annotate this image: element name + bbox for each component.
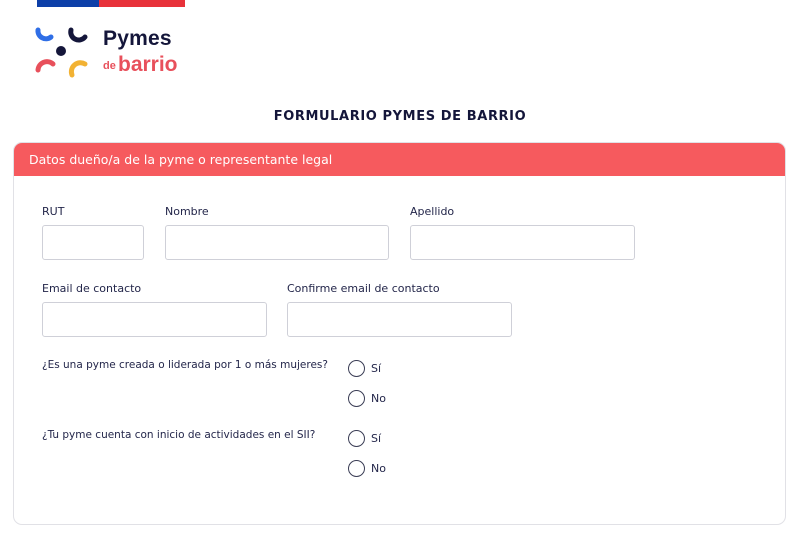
rut-label: RUT	[42, 205, 65, 218]
women-led-question: ¿Es una pyme creada o liderada por 1 o m…	[42, 359, 328, 371]
section-header: Datos dueño/a de la pyme o representante…	[14, 143, 785, 176]
sii-activities-question: ¿Tu pyme cuenta con inicio de actividade…	[42, 429, 316, 441]
flag-blue-stripe	[37, 0, 99, 7]
pymes-de-barrio-logo[interactable]: Pymes de barrio	[33, 24, 193, 84]
radio-label-yes: Sí	[371, 432, 382, 445]
nombre-input[interactable]	[165, 225, 389, 260]
women-led-no-radio[interactable]: No	[348, 390, 386, 407]
email-input[interactable]	[42, 302, 267, 337]
radio-circle-icon[interactable]	[348, 460, 365, 477]
email-label: Email de contacto	[42, 282, 142, 295]
logo-mark-icon	[35, 27, 88, 78]
radio-label-yes: Sí	[371, 362, 382, 375]
apellido-label: Apellido	[410, 205, 455, 218]
sii-activities-no-radio[interactable]: No	[348, 460, 386, 477]
flag-red-stripe	[99, 0, 185, 7]
top-flag-bar	[37, 0, 185, 7]
radio-circle-icon[interactable]	[348, 430, 365, 447]
rut-input[interactable]	[42, 225, 144, 260]
logo-text-de: de	[103, 60, 116, 72]
logo-text-pymes: Pymes	[103, 27, 172, 50]
radio-label-no: No	[371, 392, 386, 405]
radio-circle-icon[interactable]	[348, 360, 365, 377]
apellido-input[interactable]	[410, 225, 635, 260]
confirm-email-label: Confirme email de contacto	[287, 282, 440, 295]
radio-label-no: No	[371, 462, 386, 475]
owner-data-section: Datos dueño/a de la pyme o representante…	[13, 142, 786, 525]
logo-text-barrio: barrio	[118, 53, 178, 76]
sii-activities-yes-radio[interactable]: Sí	[348, 430, 381, 447]
form-title: FORMULARIO PYMES DE BARRIO	[273, 109, 527, 124]
nombre-label: Nombre	[165, 205, 209, 218]
radio-circle-icon[interactable]	[348, 390, 365, 407]
confirm-email-input[interactable]	[287, 302, 512, 337]
women-led-yes-radio[interactable]: Sí	[348, 360, 381, 377]
